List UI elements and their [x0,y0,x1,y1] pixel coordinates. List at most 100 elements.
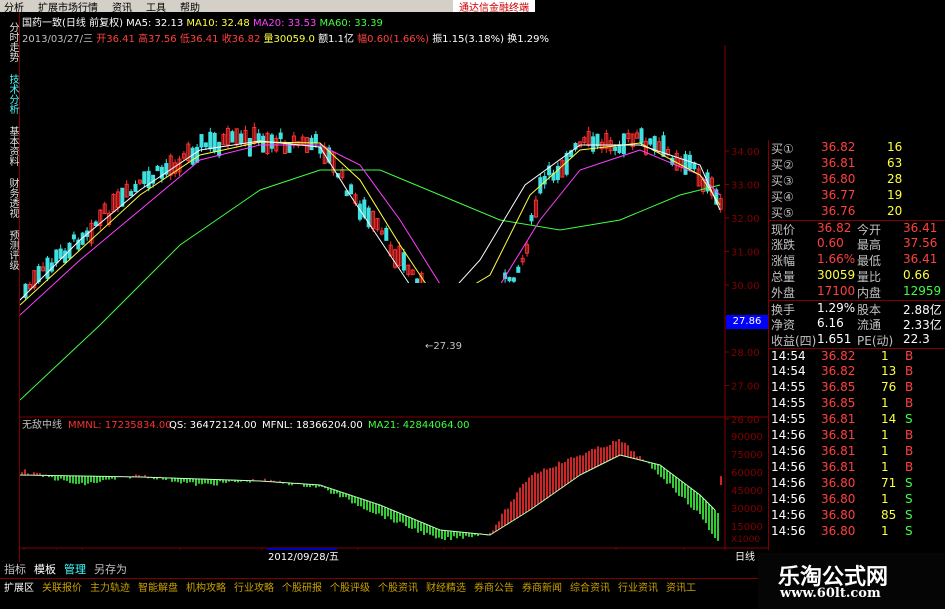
menu-extended-market[interactable]: 扩展市场行情 [34,0,108,13]
logo-url: www.60lt.com [780,586,881,601]
candle-body [529,215,534,222]
left-vertical-tabs: 分时走势 技术分析 基本资料 财务透视 预测评级 [0,12,20,572]
tick-volume: 14 [881,412,897,426]
function-tab[interactable]: 行业攻略 [230,579,278,594]
ad-banner[interactable]: 通达信金融终端 [453,0,535,12]
indicator-qs: QS: 36472124.00 [169,420,257,431]
turnover-value: 换1.29% [507,34,549,45]
function-tab[interactable]: 智能解盘 [134,579,182,594]
high-value: 高37.56 [138,34,177,45]
tick-time: 14:56 [771,460,806,474]
price-axis-label: 28.00 [731,348,760,359]
candle-body [93,221,98,226]
tick-time: 14:56 [771,492,806,506]
tab-indicator[interactable]: 指标 [0,561,30,577]
bid-price: 36.80 [821,172,856,186]
function-tab[interactable]: 券商新闻 [518,579,566,594]
stat-value: 36.41 [903,221,938,235]
candle-body [401,252,406,271]
period-label: 日线 [735,552,755,563]
ma20-value: MA20: 33.53 [252,18,317,29]
bid-label: 买① [771,142,794,156]
bid-row: 买④ 36.77 19 [769,188,945,204]
candle-body [349,184,354,195]
tab-technical[interactable]: 技术分析 [2,74,18,114]
function-tab[interactable]: 资讯工 [662,579,700,594]
tick-price: 36.81 [821,428,856,442]
low-price-marker: ←27.39 [425,341,462,352]
tab-intraday[interactable]: 分时走势 [2,22,18,62]
bid-label: 买④ [771,190,794,204]
candle-body [203,142,208,148]
chart-header-ohlc: 2013/03/27/三 开36.41 高37.56 低36.41 收36.82… [22,30,549,45]
bid-label: 买⑤ [771,206,794,220]
stat-value: 0.66 [903,268,930,282]
candle-body [613,146,618,151]
stat-value: 1.66% [817,252,856,266]
tick-row: 14:56 36.81 1 B [769,444,945,460]
bar-date: 2013/03/27/三 [22,34,94,45]
tick-side: S [905,524,913,538]
tick-row: 14:55 36.85 1 B [769,396,945,412]
tab-manage[interactable]: 管理 [60,561,90,577]
function-tab[interactable]: 个股研报 [278,579,326,594]
bid-price: 36.81 [821,156,856,170]
function-tab[interactable]: 机构攻略 [182,579,230,594]
indicator-axis-label: 15000 [731,522,763,533]
menu-news[interactable]: 资讯 [108,0,142,13]
menu-analysis[interactable]: 分析 [0,0,34,13]
function-tab[interactable]: 个股资讯 [374,579,422,594]
menu-tools[interactable]: 工具 [142,0,176,13]
bid-price: 36.82 [821,140,856,154]
function-tab[interactable]: 综合资讯 [566,579,614,594]
stat-row: 净资 6.16 流通 2.33亿 [769,316,945,332]
menu-help[interactable]: 帮助 [176,0,210,13]
stat-label: 最低 [857,254,882,268]
tab-template[interactable]: 模板 [30,561,60,577]
stat-value: 1.29% [817,301,856,315]
close-value: 收36.82 [221,34,261,45]
tick-time: 14:54 [771,364,806,378]
tick-side: B [905,380,914,394]
candle-body [54,249,59,264]
price-axis-label: 33.00 [731,181,760,192]
tick-side: S [905,508,913,522]
stat-value: 37.56 [903,236,938,250]
stat-value: 6.16 [817,316,844,330]
function-tab[interactable]: 扩展区 [0,579,38,594]
tick-time: 14:55 [771,380,806,394]
quote-panel: 买① 36.82 16 买② 36.81 63 买③ 36.80 28 买④ 36.77 19 买⑤ 36… [768,140,945,550]
function-bar: 扩展区 关联报价 主力轨迹 智能解盘 机构攻略 行业攻略 个股研报 个股评级 个股资讯 财经精选券… [0,578,768,594]
change-value: 幅0.60(1.66%) [357,34,429,45]
volume-value: 量30059.0 [263,34,315,45]
candle-body [195,146,200,163]
candle-body [384,227,389,241]
function-tab[interactable]: 主力轨迹 [86,579,134,594]
tab-financials[interactable]: 财务透视 [2,178,18,218]
stat-label: 涨跌 [771,238,796,252]
indicator-axis-label: 75000 [731,450,763,461]
ma60-value: MA60: 33.39 [319,18,383,29]
tick-row: 14:55 36.81 14 S [769,412,945,428]
indicator-axis-label: 90000 [731,432,763,443]
function-tab[interactable]: 券商公告 [470,579,518,594]
stat-value: 17100 [817,284,856,298]
tab-fundamentals[interactable]: 基本资料 [2,126,18,166]
tick-side: B [905,349,914,363]
stat-label: 总量 [771,270,796,284]
tick-time: 14:56 [771,524,806,538]
tick-volume: 13 [881,364,897,378]
tick-time: 14:54 [771,349,806,363]
function-tab[interactable]: 关联报价 [38,579,86,594]
candle-body [683,154,688,175]
candle-body [621,133,626,155]
function-tab[interactable]: 个股评级 [326,579,374,594]
tick-row: 14:54 36.82 1 B [769,348,945,364]
stat-value: 22.3 [903,332,930,346]
function-tab[interactable]: 行业资讯 [614,579,662,594]
candle-body [199,134,204,148]
tab-ratings[interactable]: 预测评级 [2,230,18,270]
tab-save-as[interactable]: 另存为 [90,561,131,577]
bid-row: 买② 36.81 63 [769,156,945,172]
function-tab[interactable]: 财经精选 [422,579,470,594]
